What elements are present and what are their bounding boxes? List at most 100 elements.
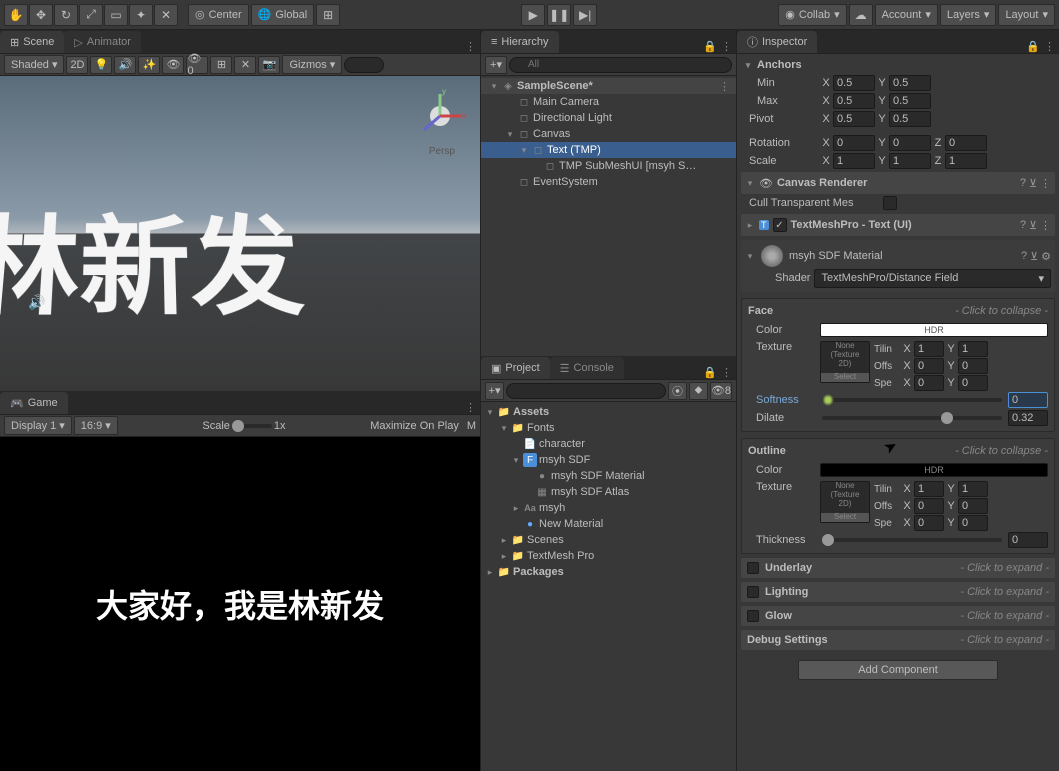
face-tiling-x[interactable] xyxy=(914,341,944,357)
hierarchy-eventsystem[interactable]: ◻ EventSystem xyxy=(481,174,736,190)
menu-icon[interactable]: ⚙ xyxy=(1041,250,1051,263)
project-packages[interactable]: ▸ 📁 Packages xyxy=(481,564,736,580)
expand-arrow[interactable]: ▾ xyxy=(505,129,515,140)
select-button[interactable]: Select xyxy=(821,513,869,522)
camera-toggle[interactable]: 📷 xyxy=(258,56,280,74)
preset-icon[interactable]: ⊻ xyxy=(1029,177,1037,190)
lighting-toggle[interactable]: 💡 xyxy=(90,56,112,74)
layout-dropdown[interactable]: Layout ▾ xyxy=(998,4,1055,26)
hierarchy-text-tmp[interactable]: ▾ ◻ Text (TMP) xyxy=(481,142,736,158)
hidden-count[interactable]: 👁8 xyxy=(710,382,732,400)
scale-tool[interactable]: ⤢ xyxy=(79,4,103,26)
help-icon[interactable]: ? xyxy=(1020,177,1026,190)
outline-tiling-y[interactable] xyxy=(958,481,988,497)
outline-offset-y[interactable] xyxy=(958,498,988,514)
step-button[interactable]: ▶| xyxy=(573,4,597,26)
debug-section[interactable]: Debug Settings - Click to expand - xyxy=(741,630,1055,650)
tab-project[interactable]: ▣ Project xyxy=(481,357,550,379)
pivot-y[interactable] xyxy=(889,111,931,127)
lock-icon[interactable]: 🔒 xyxy=(703,366,717,379)
face-offset-y[interactable] xyxy=(958,358,988,374)
menu-icon[interactable]: ⋮ xyxy=(1040,177,1051,190)
outline-texture-slot[interactable]: None (Texture 2D) Select xyxy=(820,481,870,523)
expand-arrow[interactable]: ▾ xyxy=(489,81,499,92)
hierarchy-canvas[interactable]: ▾ ◻ Canvas xyxy=(481,126,736,142)
move-tool[interactable]: ✥ xyxy=(29,4,53,26)
scale-x[interactable] xyxy=(833,153,875,169)
glow-section[interactable]: Glow - Click to expand - xyxy=(741,606,1055,626)
display-dropdown[interactable]: Display 1▾ xyxy=(4,416,72,435)
tab-inspector[interactable]: ⓘ Inspector xyxy=(737,31,817,53)
lighting-checkbox[interactable] xyxy=(747,586,759,598)
softness-slider[interactable] xyxy=(822,398,1002,402)
outline-tiling-x[interactable] xyxy=(914,481,944,497)
rotation-x[interactable] xyxy=(833,135,875,151)
2d-toggle[interactable]: 2D xyxy=(66,56,88,74)
rotation-y[interactable] xyxy=(889,135,931,151)
pivot-toggle[interactable]: ◎ Center xyxy=(188,4,249,26)
space-toggle[interactable]: 🌐 Global xyxy=(251,4,315,26)
account-dropdown[interactable]: Account ▾ xyxy=(875,4,938,26)
project-scenes[interactable]: ▸ 📁 Scenes xyxy=(481,532,736,548)
face-speed-y[interactable] xyxy=(958,375,988,391)
scale-y[interactable] xyxy=(889,153,931,169)
project-search[interactable] xyxy=(506,383,666,399)
help-icon[interactable]: ? xyxy=(1020,219,1026,232)
pivot-x[interactable] xyxy=(833,111,875,127)
dilate-slider[interactable] xyxy=(822,416,1002,420)
select-button[interactable]: Select xyxy=(821,373,869,382)
canvas-renderer-component[interactable]: ▾ 👁 Canvas Renderer ? ⊻ ⋮ xyxy=(741,172,1055,194)
expand-arrow[interactable]: ▾ xyxy=(519,145,529,156)
outline-speed-y[interactable] xyxy=(958,515,988,531)
glow-checkbox[interactable] xyxy=(747,610,759,622)
expand-arrow[interactable]: ▸ xyxy=(499,535,509,546)
expand-arrow[interactable]: ▸ xyxy=(485,567,495,578)
rotate-tool[interactable]: ↻ xyxy=(54,4,78,26)
expand-arrow[interactable]: ▸ xyxy=(499,551,509,562)
rect-tool[interactable]: ▭ xyxy=(104,4,128,26)
transform-tool[interactable]: ✦ xyxy=(129,4,153,26)
game-view[interactable]: 大家好，我是林新发 xyxy=(0,437,480,771)
hierarchy-scene[interactable]: ▾ ◈ SampleScene* ⋮ xyxy=(481,78,736,94)
expand-arrow[interactable]: ▾ xyxy=(511,455,521,466)
scene-view[interactable]: 林新发 y x Persp 🔊 xyxy=(0,76,480,391)
panel-menu-icon[interactable]: ⋮ xyxy=(721,366,732,379)
layers-dropdown[interactable]: Layers ▾ xyxy=(940,4,997,26)
tab-animator[interactable]: ▷ Animator xyxy=(64,31,141,53)
expand-arrow[interactable]: ▾ xyxy=(745,178,755,189)
anchor-min-y[interactable] xyxy=(889,75,931,91)
rotation-z[interactable] xyxy=(945,135,987,151)
lighting-section[interactable]: Lighting - Click to expand - xyxy=(741,582,1055,602)
snap-toggle[interactable]: ⊞ xyxy=(316,4,340,26)
pause-button[interactable]: ❚❚ xyxy=(547,4,571,26)
expand-arrow[interactable]: ▸ xyxy=(745,220,755,231)
outline-header[interactable]: Outline - Click to collapse - xyxy=(748,443,1048,461)
project-msyh-sdf-material[interactable]: ● msyh SDF Material xyxy=(481,468,736,484)
face-header[interactable]: Face - Click to collapse - xyxy=(748,303,1048,321)
face-tiling-y[interactable] xyxy=(958,341,988,357)
help-icon[interactable]: ? xyxy=(1021,250,1027,263)
anchor-min-x[interactable] xyxy=(833,75,875,91)
filter-type-button[interactable]: ⦿ xyxy=(668,382,687,400)
panel-menu-icon[interactable]: ⋮ xyxy=(721,40,732,53)
dilate-input[interactable] xyxy=(1008,410,1048,426)
anchor-max-y[interactable] xyxy=(889,93,931,109)
add-button[interactable]: +▾ xyxy=(485,56,507,74)
tab-game[interactable]: 🎮 Game xyxy=(0,392,68,414)
grid-toggle[interactable]: ⊞ xyxy=(210,56,232,74)
orientation-gizmo[interactable]: y x xyxy=(410,86,470,146)
preset-icon[interactable]: ⊻ xyxy=(1030,250,1038,263)
scene-menu-icon[interactable]: ⋮ xyxy=(719,80,736,93)
face-speed-x[interactable] xyxy=(914,375,944,391)
shading-dropdown[interactable]: Shaded ▾ xyxy=(4,55,64,74)
project-character[interactable]: 📄 character xyxy=(481,436,736,452)
hand-tool[interactable]: ✋ xyxy=(4,4,28,26)
underlay-section[interactable]: Underlay - Click to expand - xyxy=(741,558,1055,578)
hierarchy-light[interactable]: ◻ Directional Light xyxy=(481,110,736,126)
face-texture-slot[interactable]: None (Texture 2D) Select xyxy=(820,341,870,383)
collab-dropdown[interactable]: ◉ Collab ▾ xyxy=(778,4,846,26)
tab-hierarchy[interactable]: ≡ Hierarchy xyxy=(481,31,559,53)
expand-arrow[interactable]: ▾ xyxy=(499,423,509,434)
face-color-swatch[interactable]: HDR xyxy=(820,323,1048,337)
panel-menu-icon[interactable]: ⋮ xyxy=(1044,40,1055,53)
